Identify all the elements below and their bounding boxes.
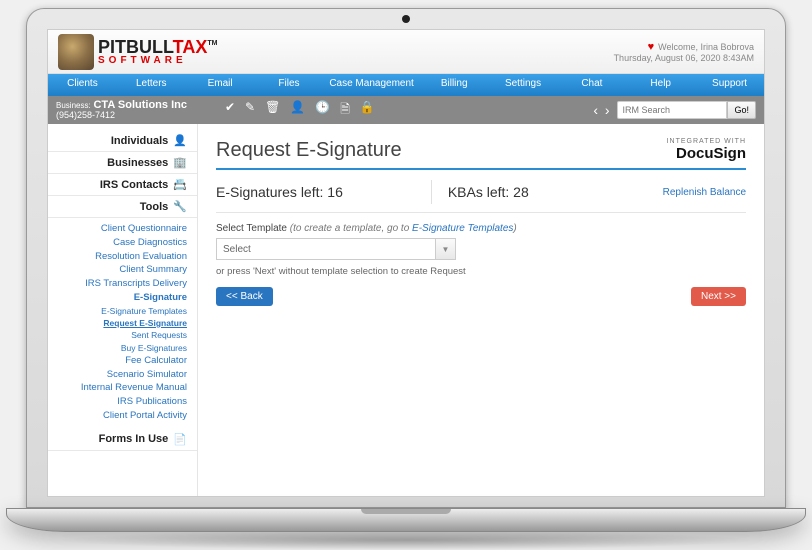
tool-internal-revenue-manual[interactable]: Internal Revenue Manual (52, 381, 187, 395)
tool-client-summary[interactable]: Client Summary (52, 263, 187, 277)
tool-scenario-simulator[interactable]: Scenario Simulator (52, 368, 187, 382)
wrench-icon: 🔧 (173, 200, 187, 213)
app-header: PITBULLTAXTM SOFTWARE ♥ Welcome, Irina B… (48, 30, 764, 74)
sidebar-section-individuals[interactable]: Individuals 👤 (48, 130, 197, 152)
nav-billing[interactable]: Billing (420, 74, 489, 96)
sidebar-section-businesses[interactable]: Businesses 🏢 (48, 152, 197, 174)
lock-icon[interactable]: 🔒 (360, 100, 375, 121)
or-press-next-text: or press 'Next' without template selecti… (216, 266, 746, 277)
back-button[interactable]: << Back (216, 287, 273, 306)
person-icon: 👤 (173, 134, 187, 147)
contacts-icon: 📇 (173, 178, 187, 191)
integrated-with-label: INTEGRATED WITH (667, 138, 746, 145)
document-icon[interactable]: 🗎 (340, 100, 350, 121)
docusign-badge: INTEGRATED WITH DocuSign (667, 138, 746, 162)
page-title: Request E-Signature (216, 139, 402, 162)
esignatures-left-block: E-Signatures left: 16 (216, 180, 432, 204)
context-bar: Business: CTA Solutions Inc (954)258-741… (48, 96, 764, 124)
delete-icon[interactable]: 🗑 (265, 100, 280, 121)
main-content: Request E-Signature INTEGRATED WITH Docu… (198, 124, 764, 496)
user-icon[interactable]: 👤 (290, 100, 305, 121)
business-label: Business: (56, 101, 91, 110)
tool-e-signature-templates[interactable]: E-Signature Templates (52, 305, 187, 317)
check-icon[interactable]: ✔ (225, 100, 235, 121)
logo-bulldog-icon (58, 34, 94, 70)
next-arrow-icon[interactable]: › (603, 102, 612, 118)
select-template-label: Select Template (to create a template, g… (216, 223, 746, 234)
nav-settings[interactable]: Settings (489, 74, 558, 96)
sidebar-section-tools[interactable]: Tools 🔧 (48, 196, 197, 218)
tool-sent-requests[interactable]: Sent Requests (52, 329, 187, 341)
sidebar-businesses-label: Businesses (107, 157, 168, 169)
template-select[interactable]: Select ▼ (216, 238, 456, 260)
search-go-button[interactable]: Go! (727, 101, 756, 119)
kbas-left-block: KBAs left: 28 (432, 180, 663, 204)
docusign-name: DocuSign (667, 145, 746, 162)
sidebar-section-irs-contacts[interactable]: IRS Contacts 📇 (48, 174, 197, 196)
tool-buy-e-signatures[interactable]: Buy E-Signatures (52, 342, 187, 354)
select-hint-prefix: (to create a template, go to (290, 223, 412, 234)
nav-files[interactable]: Files (255, 74, 324, 96)
top-navigation: Clients Letters Email Files Case Managem… (48, 74, 764, 96)
camera-dot (402, 15, 410, 23)
heart-icon: ♥ (648, 41, 655, 53)
sidebar-section-forms[interactable]: Forms In Use 📄 (48, 429, 197, 451)
tool-fee-calculator[interactable]: Fee Calculator (52, 354, 187, 368)
next-button[interactable]: Next >> (691, 287, 746, 306)
select-hint-suffix: ) (513, 223, 516, 234)
prev-arrow-icon[interactable]: ‹ (591, 102, 600, 118)
tool-client-questionnaire[interactable]: Client Questionnaire (52, 222, 187, 236)
nav-chat[interactable]: Chat (557, 74, 626, 96)
tool-resolution-evaluation[interactable]: Resolution Evaluation (52, 250, 187, 264)
nav-support[interactable]: Support (695, 74, 764, 96)
tool-case-diagnostics[interactable]: Case Diagnostics (52, 236, 187, 250)
tool-client-portal-activity[interactable]: Client Portal Activity (52, 409, 187, 423)
edit-icon[interactable]: ✎ (245, 100, 255, 121)
replenish-balance-link[interactable]: Replenish Balance (663, 187, 746, 198)
building-icon: 🏢 (173, 156, 187, 169)
logo-tax-text: TAX (173, 37, 208, 57)
logo-main-text: PITBULL (98, 37, 173, 57)
nav-clients[interactable]: Clients (48, 74, 117, 96)
header-timestamp: Thursday, August 06, 2020 8:43AM (614, 53, 754, 63)
sidebar-irs-contacts-label: IRS Contacts (100, 179, 168, 191)
logo-tm: TM (207, 40, 217, 47)
nav-help[interactable]: Help (626, 74, 695, 96)
sidebar-individuals-label: Individuals (111, 135, 168, 147)
business-phone: (954)258-7412 (56, 111, 187, 121)
welcome-text: Welcome, Irina Bobrova (658, 42, 754, 52)
left-sidebar: Individuals 👤 Businesses 🏢 IRS Contacts … (48, 124, 198, 496)
kbas-left-count: 28 (513, 184, 529, 200)
nav-letters[interactable]: Letters (117, 74, 186, 96)
tool-request-e-signature[interactable]: Request E-Signature (52, 317, 187, 329)
select-template-text: Select Template (216, 223, 290, 234)
esignatures-left-label: E-Signatures left: (216, 184, 327, 200)
nav-email[interactable]: Email (186, 74, 255, 96)
e-signature-templates-link[interactable]: E-Signature Templates (412, 223, 513, 234)
nav-case-management[interactable]: Case Management (323, 74, 419, 96)
tool-irs-transcripts-delivery[interactable]: IRS Transcripts Delivery (52, 277, 187, 291)
search-input[interactable] (617, 101, 727, 119)
sidebar-forms-label: Forms In Use (99, 433, 169, 445)
clock-icon[interactable]: 🕒 (315, 100, 330, 121)
tool-irs-publications[interactable]: IRS Publications (52, 395, 187, 409)
logo[interactable]: PITBULLTAXTM SOFTWARE (58, 34, 217, 70)
template-select-value: Select (223, 244, 251, 255)
tool-e-signature[interactable]: E-Signature (52, 291, 187, 305)
form-icon: 📄 (173, 433, 187, 446)
esignatures-left-count: 16 (327, 184, 343, 200)
laptop-base (6, 508, 806, 532)
chevron-down-icon: ▼ (435, 239, 455, 259)
logo-subtitle: SOFTWARE (98, 56, 217, 66)
kbas-left-label: KBAs left: (448, 184, 513, 200)
sidebar-tools-label: Tools (140, 201, 169, 213)
